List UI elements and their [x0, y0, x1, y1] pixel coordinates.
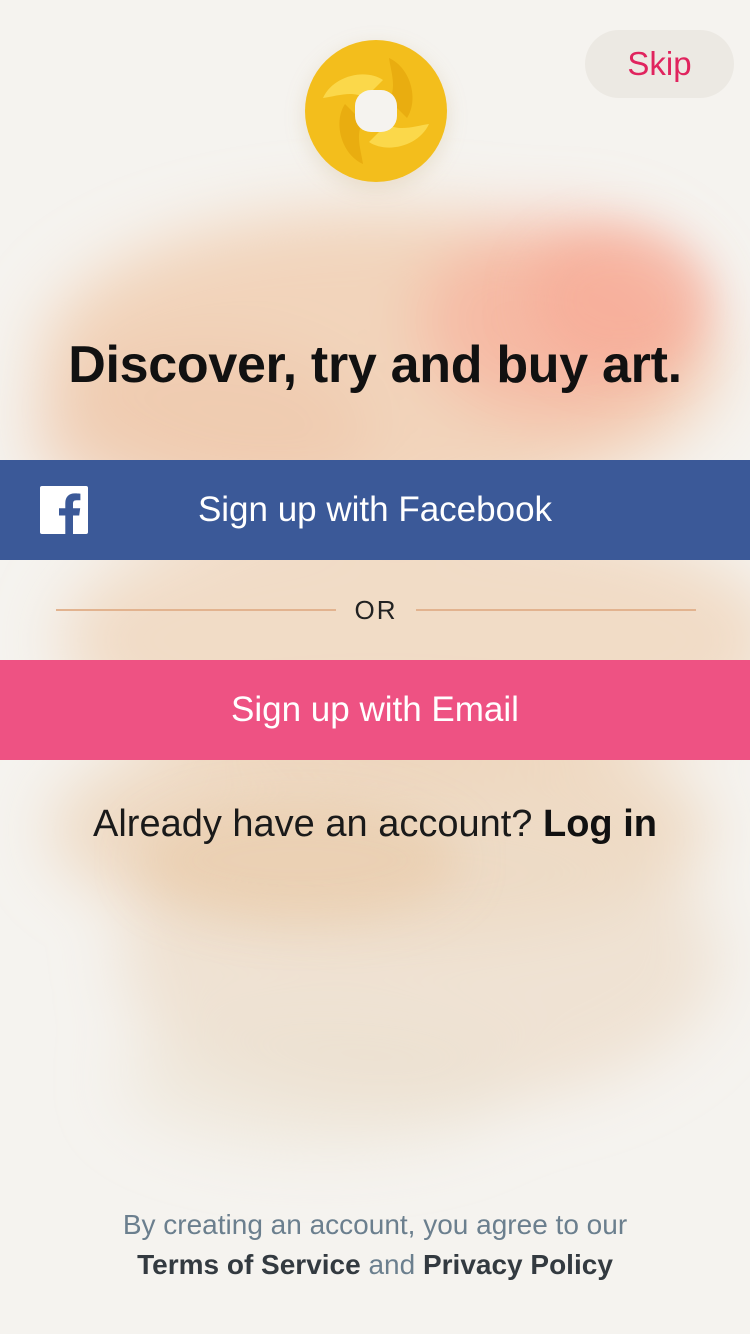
app-logo-icon	[305, 40, 447, 182]
skip-label: Skip	[627, 45, 692, 82]
divider-line-right	[416, 609, 696, 611]
or-divider: OR	[56, 590, 696, 630]
email-signup-label: Sign up with Email	[231, 690, 519, 729]
skip-button[interactable]: Skip	[585, 30, 734, 98]
page-title: Discover, try and buy art.	[68, 336, 682, 394]
legal-and: and	[368, 1249, 416, 1280]
divider-line-left	[56, 609, 336, 611]
login-prompt: Already have an account? Log in	[0, 803, 750, 846]
facebook-signup-button[interactable]: Sign up with Facebook	[0, 460, 750, 560]
facebook-signup-label: Sign up with Facebook	[197, 490, 553, 529]
legal-prefix: By creating an account, you agree to our	[122, 1209, 628, 1240]
legal-notice: By creating an account, you agree to our…	[0, 1205, 750, 1285]
terms-of-service-link[interactable]: Terms of Service	[137, 1249, 361, 1280]
facebook-icon	[40, 486, 88, 534]
or-label: OR	[354, 594, 398, 625]
login-prompt-text: Already have an account?	[93, 803, 533, 845]
email-signup-button[interactable]: Sign up with Email	[0, 660, 750, 760]
login-link[interactable]: Log in	[543, 803, 657, 845]
privacy-policy-link[interactable]: Privacy Policy	[423, 1249, 613, 1280]
